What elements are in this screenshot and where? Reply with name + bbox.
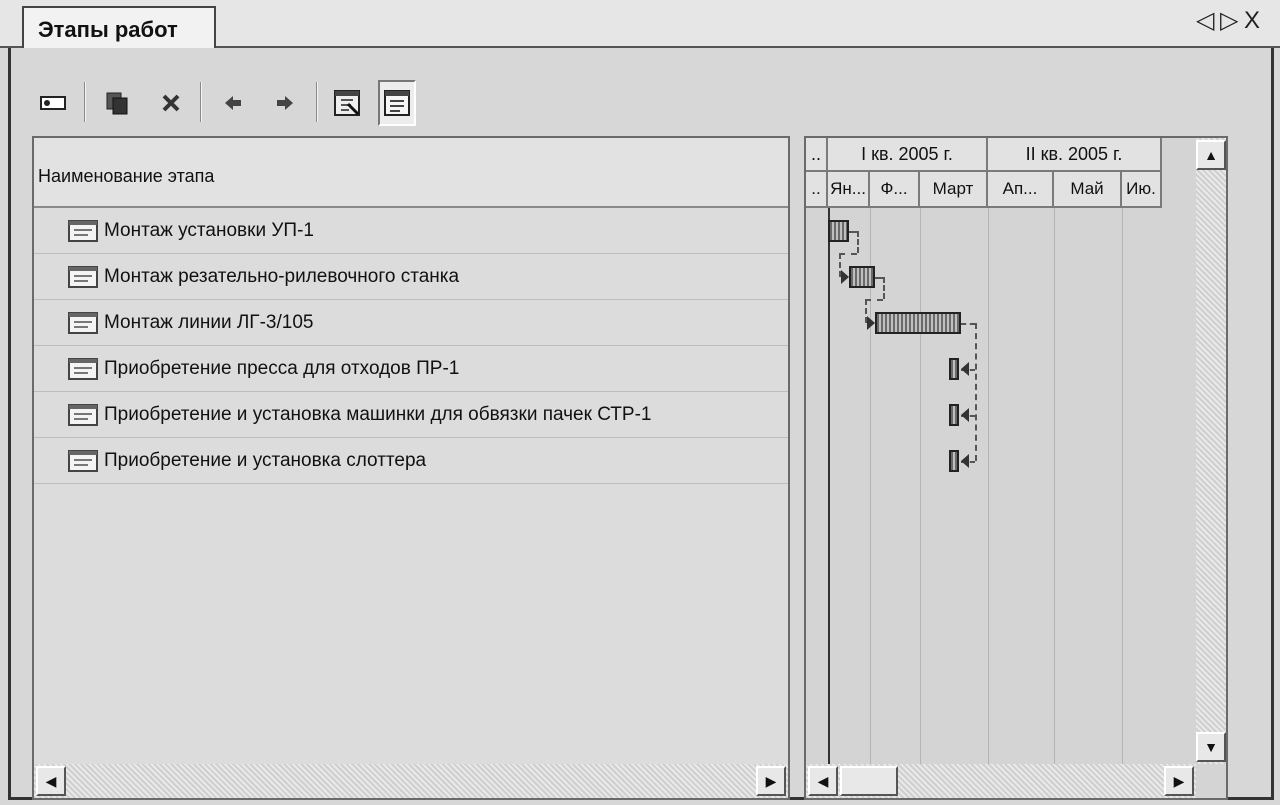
gantt-link-arrow-icon (961, 408, 970, 422)
stage-name: Приобретение пресса для отходов ПР-1 (104, 357, 460, 379)
gantt-dependency-link (849, 231, 857, 233)
gantt-month-header: Ян... (828, 172, 870, 208)
scroll-up-button[interactable]: ▲ (1196, 140, 1226, 170)
gantt-scroll-right-button[interactable]: ▶ (1164, 766, 1194, 796)
gantt-dependency-link (857, 231, 859, 253)
stages-horizontal-scrollbar[interactable] (34, 764, 788, 798)
table-row[interactable]: Приобретение и установка слоттера (34, 438, 788, 484)
gantt-dependency-link (883, 277, 885, 299)
gantt-grid-line (1122, 208, 1123, 764)
gantt-vertical-scrollbar[interactable] (1196, 138, 1226, 764)
gantt-month-header: .. (806, 172, 828, 208)
table-row[interactable]: Приобретение пресса для отходов ПР-1 (34, 346, 788, 392)
gantt-dependency-link (875, 277, 883, 279)
stage-icon (68, 403, 98, 426)
move-left-button[interactable] (214, 80, 252, 126)
gantt-scroll-thumb[interactable] (840, 766, 898, 796)
gantt-month-header: Ф... (870, 172, 920, 208)
table-row[interactable]: Монтаж установки УП-1 (34, 208, 788, 254)
gantt-grid-line (988, 208, 989, 764)
scroll-left-icon: ◀ (45, 772, 57, 789)
gantt-dependency-link (839, 253, 857, 255)
scroll-down-button[interactable]: ▼ (1196, 732, 1226, 762)
stage-icon (68, 311, 98, 334)
stage-icon (68, 449, 98, 472)
gantt-dependency-link (865, 299, 883, 301)
gantt-scroll-left-button[interactable]: ◀ (808, 766, 838, 796)
table-row[interactable]: Монтаж линии ЛГ-3/105 (34, 300, 788, 346)
copy-button[interactable] (98, 80, 136, 126)
gantt-view-button[interactable] (378, 80, 416, 126)
stage-name: Монтаж резательно-рилевочного станка (104, 265, 460, 287)
gantt-month-header: Ию. (1122, 172, 1162, 208)
new-item-icon (40, 96, 66, 110)
scroll-right-icon: ▶ (765, 772, 777, 789)
toolbar-separator (200, 82, 202, 122)
gantt-link-arrow-icon (961, 454, 970, 468)
close-button[interactable]: X (1244, 6, 1260, 36)
gantt-link-arrow-icon (867, 316, 875, 330)
gantt-task-bar[interactable] (948, 450, 960, 472)
gantt-quarter-header: II кв. 2005 г. (988, 138, 1162, 172)
stage-icon (68, 357, 98, 380)
gantt-grid-line (920, 208, 921, 764)
tab-prev-button[interactable]: ◁ (1196, 6, 1214, 36)
list-window-icon (384, 90, 410, 116)
gantt-dependency-link (974, 323, 977, 461)
copy-icon (106, 92, 128, 115)
table-row[interactable]: Монтаж резательно-рилевочного станка (34, 254, 788, 300)
delete-button[interactable] (152, 80, 190, 126)
gantt-link-arrow-icon (961, 362, 970, 376)
gantt-link-arrow-icon (841, 270, 849, 284)
edit-view-button[interactable] (328, 80, 366, 126)
gantt-task-bar[interactable] (948, 358, 960, 380)
gantt-grid-line (1054, 208, 1055, 764)
move-right-button[interactable] (266, 80, 304, 126)
scroll-right-button[interactable]: ▶ (756, 766, 786, 796)
gantt-grid-line (870, 208, 871, 764)
table-row[interactable]: Приобретение и установка машинки для обв… (34, 392, 788, 438)
toolbar-separator (84, 82, 86, 122)
gantt-chart (804, 136, 1228, 800)
tab-stages[interactable]: Этапы работ (22, 6, 216, 50)
gantt-task-bar[interactable] (849, 266, 875, 288)
gantt-grid-line (828, 208, 830, 764)
gantt-task-bar[interactable] (828, 220, 849, 242)
delete-icon (162, 94, 180, 112)
gantt-month-header: Май (1054, 172, 1122, 208)
toolbar-separator (316, 82, 318, 122)
scroll-up-icon: ▲ (1204, 147, 1218, 163)
stage-icon (68, 219, 98, 242)
gantt-month-header: Ап... (988, 172, 1054, 208)
gantt-month-header: Март (920, 172, 988, 208)
gantt-task-bar[interactable] (875, 312, 961, 334)
stage-name: Монтаж линии ЛГ-3/105 (104, 311, 314, 333)
stage-icon (68, 265, 98, 288)
gantt-quarter-header: .. (806, 138, 828, 172)
edit-window-icon (334, 90, 360, 116)
tab-next-button[interactable]: ▷ (1220, 6, 1238, 36)
scroll-down-icon: ▼ (1204, 739, 1218, 755)
arrow-left-icon (225, 96, 241, 110)
gantt-dependency-link (960, 323, 975, 325)
stage-name: Приобретение и установка слоттера (104, 449, 427, 471)
scroll-right-icon: ▶ (1173, 772, 1185, 789)
stage-name: Монтаж установки УП-1 (104, 219, 314, 241)
scroll-left-icon: ◀ (817, 772, 829, 789)
scroll-left-button[interactable]: ◀ (36, 766, 66, 796)
gantt-quarter-header: I кв. 2005 г. (828, 138, 988, 172)
gantt-task-bar[interactable] (948, 404, 960, 426)
new-stage-button[interactable] (34, 80, 72, 126)
column-header-stage-name[interactable]: Наименование этапа (34, 138, 788, 208)
arrow-right-icon (277, 96, 293, 110)
stage-name: Приобретение и установка машинки для обв… (104, 403, 652, 425)
